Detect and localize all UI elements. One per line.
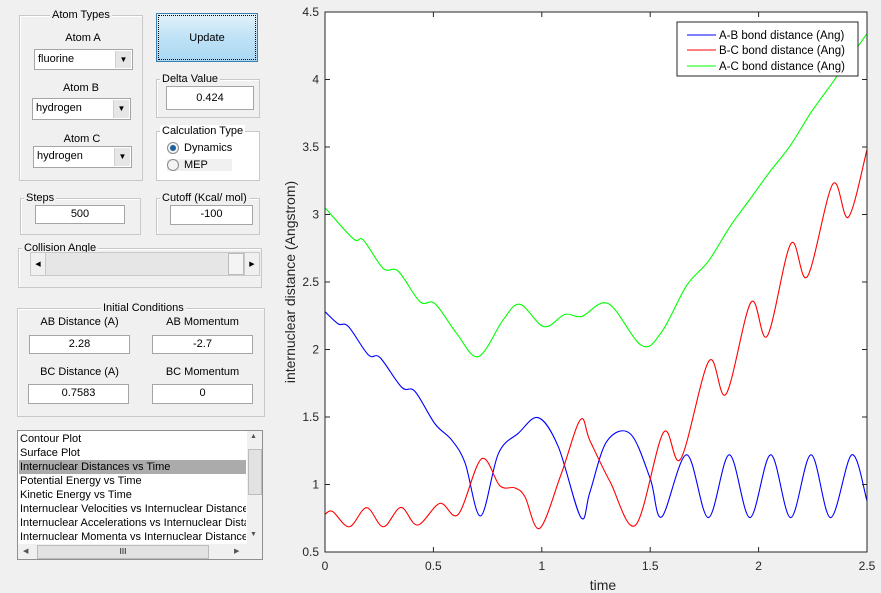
- y-axis-label: internuclear distance (Angstrom): [282, 181, 298, 383]
- distance-vs-time-chart: 0 0.5 1 1.5 2 2.50.511.522.533.544.5 time int…: [282, 5, 876, 593]
- y-tick-label: 1: [312, 478, 319, 492]
- legend-label-ab: A-B bond distance (Ang): [719, 30, 844, 42]
- legend-label-bc: B-C bond distance (Ang): [719, 45, 845, 57]
- x-tick-label: 1: [538, 559, 545, 573]
- y-tick-label: 3.5: [302, 140, 319, 154]
- x-tick-label: 1.5: [642, 559, 659, 573]
- y-tick-label: 3: [312, 208, 319, 222]
- y-tick-label: 2.5: [302, 275, 319, 289]
- x-tick-label: 0: [322, 559, 329, 573]
- y-tick-label: 4: [312, 73, 319, 87]
- legend-label-ac: A-C bond distance (Ang): [719, 61, 845, 73]
- x-axis-label: time: [590, 577, 617, 593]
- y-tick-label: 2: [312, 343, 319, 357]
- x-tick-label: 2.5: [859, 559, 876, 573]
- y-tick-label: 1.5: [302, 410, 319, 424]
- x-tick-label: 0.5: [425, 559, 442, 573]
- y-tick-label: 4.5: [302, 5, 319, 19]
- legend: A-B bond distance (Ang) B-C bond distanc…: [676, 21, 859, 77]
- x-tick-label: 2: [755, 559, 762, 573]
- y-tick-label: 0.5: [302, 545, 319, 559]
